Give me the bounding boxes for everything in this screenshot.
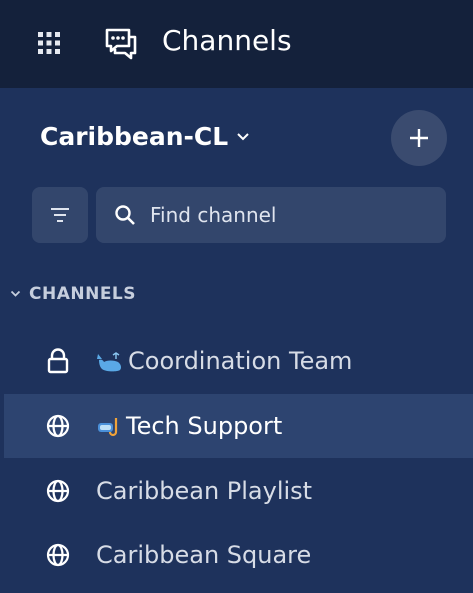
- add-channel-button[interactable]: [391, 110, 447, 166]
- globe-icon: [46, 543, 70, 567]
- channel-name: Caribbean Square: [96, 541, 312, 569]
- globe-icon: [46, 479, 70, 503]
- globe-icon: [46, 414, 70, 438]
- team-menu-button[interactable]: Caribbean-CL: [40, 120, 250, 154]
- channel-item-caribbean-square[interactable]: Caribbean Square: [4, 523, 473, 587]
- channels-section-header[interactable]: CHANNELS: [10, 284, 136, 304]
- channel-item-tech-support[interactable]: Tech Support: [4, 394, 473, 458]
- channel-name: Coordination Team: [128, 347, 353, 375]
- chat-bubbles-icon: [105, 28, 137, 60]
- channel-item-coordination-team[interactable]: Coordination Team: [4, 329, 473, 393]
- filter-icon: [51, 208, 69, 222]
- channel-name: Tech Support: [126, 412, 283, 440]
- chevron-down-icon: [237, 133, 249, 141]
- filter-button[interactable]: [32, 187, 88, 243]
- search-icon: [115, 205, 135, 225]
- lock-icon: [47, 348, 69, 374]
- team-name: Caribbean-CL: [40, 122, 229, 151]
- channel-label: Coordination Team: [96, 347, 352, 375]
- channel-name: Caribbean Playlist: [96, 477, 313, 505]
- page-title: Channels: [162, 24, 292, 57]
- section-title: CHANNELS: [29, 284, 137, 304]
- snorkel-mask-icon: [98, 418, 118, 437]
- chevron-down-icon: [10, 290, 21, 297]
- whale-icon: [97, 352, 122, 372]
- channel-item-caribbean-playlist[interactable]: Caribbean Playlist: [4, 459, 473, 523]
- channel-label: Tech Support: [96, 412, 282, 440]
- find-channel-input[interactable]: Find channel: [96, 187, 446, 243]
- plus-icon: [410, 129, 428, 147]
- search-placeholder: Find channel: [150, 203, 277, 227]
- grid-icon[interactable]: [36, 30, 62, 56]
- global-header: Channels: [0, 0, 473, 88]
